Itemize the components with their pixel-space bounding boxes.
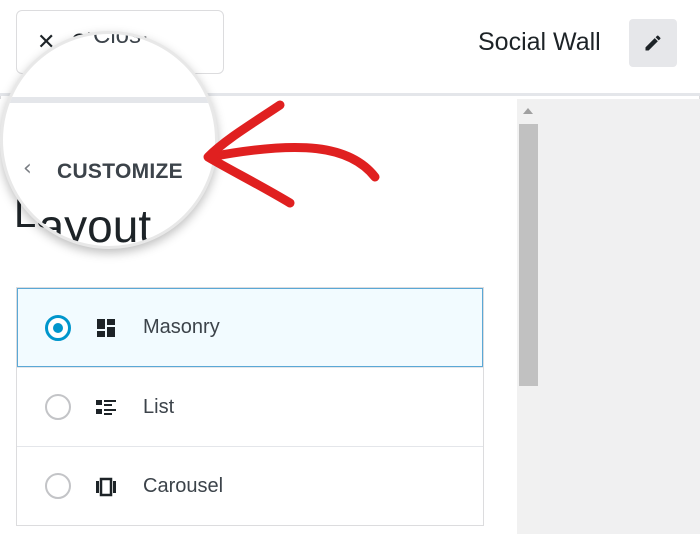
breadcrumb-customize[interactable]: CUSTOMIZE — [57, 160, 183, 184]
layout-option-list[interactable]: List — [17, 367, 483, 446]
layout-option-label: Carousel — [143, 474, 224, 497]
carousel-icon — [96, 477, 116, 497]
annotation-arrow-icon — [203, 100, 380, 208]
scroll-up-arrow[interactable] — [523, 108, 533, 114]
scrollbar-thumb[interactable] — [519, 124, 538, 386]
masonry-icon — [97, 319, 115, 337]
layout-option-masonry[interactable]: Masonry — [17, 288, 483, 367]
edit-title-button[interactable] — [629, 19, 677, 67]
feed-title: Social Wall — [478, 28, 601, 56]
layout-option-label: Masonry — [143, 316, 220, 338]
layout-option-carousel[interactable]: Carousel — [17, 446, 483, 525]
radio-carousel[interactable] — [45, 473, 71, 499]
magnified-close-label: Clos — [93, 31, 142, 49]
list-icon — [96, 400, 116, 415]
pencil-icon — [645, 35, 661, 51]
radio-masonry[interactable] — [45, 314, 71, 341]
magnified-heading: Layout — [13, 200, 152, 249]
magnifier-callout: Clos ‹ CUSTOMIZE Layout — [0, 31, 218, 249]
radio-list[interactable] — [45, 394, 71, 420]
layout-option-label: List — [143, 395, 175, 418]
layout-options: Masonry List Carousel — [16, 287, 484, 526]
preview-area — [540, 99, 700, 534]
magnified-divider — [3, 97, 215, 103]
back-chevron-icon[interactable]: ‹ — [23, 156, 32, 181]
